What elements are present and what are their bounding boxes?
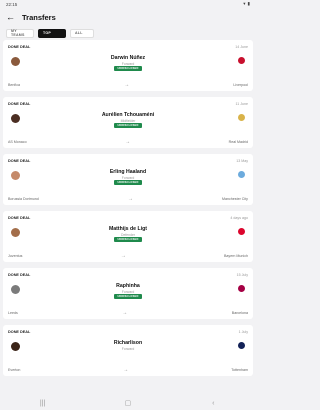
from-club: Everton (8, 368, 21, 372)
filter-my-teams[interactable]: MY TEAMS (6, 28, 34, 38)
to-club-logo-icon (238, 285, 245, 292)
player-name: Richarlison (113, 340, 143, 346)
status-time: 22:15 (6, 1, 18, 7)
player-name: Aurélien Tchouaméni (101, 112, 155, 118)
to-club: Liverpool (233, 83, 248, 87)
player-name: Darwin Núñez (110, 55, 146, 61)
deal-date: 1 July (238, 329, 248, 334)
page-title: Transfers (22, 12, 56, 22)
fee-badge: UNDISCLOSED (114, 180, 142, 185)
transfer-arrow-icon: → (122, 310, 128, 316)
transfer-card[interactable]: DONE DEAL 14 June Darwin Núñez Forward U… (3, 40, 253, 91)
from-club: Leeds (8, 311, 18, 315)
fee-badge: UNDISCLOSED (114, 237, 142, 242)
wifi-icon: ▾ (243, 1, 246, 6)
fee-badge: UNDISCLOSED (114, 66, 142, 71)
app-bar: ← Transfers (0, 8, 256, 26)
from-club: Juventus (8, 254, 23, 258)
transfer-arrow-icon: → (123, 367, 129, 373)
player-name: Erling Haaland (109, 169, 147, 175)
filter-top[interactable]: TOP (38, 28, 66, 38)
recent-apps-icon[interactable]: ||| (33, 400, 53, 407)
home-icon[interactable]: ▢ (118, 399, 138, 407)
system-nav-bar: ||| ▢ ‹ (0, 396, 256, 410)
player-position: Forward (121, 175, 135, 180)
to-club-logo-icon (238, 114, 245, 121)
player-position: Forward (121, 289, 135, 294)
deal-date: 14 June (235, 44, 248, 49)
to-club-logo-icon (238, 228, 245, 235)
status-bar: 22:15 ▾ ▮ (0, 0, 256, 8)
to-club: Manchester City (222, 197, 248, 201)
player-name: Raphinha (116, 283, 140, 289)
deal-date: 15 July (236, 272, 248, 277)
transfer-card[interactable]: DONE DEAL 15 July Raphinha Forward UNDIS… (3, 268, 253, 319)
from-club: AS Monaco (8, 140, 27, 144)
to-club: Real Madrid (228, 140, 248, 144)
deal-date: 13 May (236, 158, 248, 163)
transfer-list: DONE DEAL 14 June Darwin Núñez Forward U… (0, 40, 256, 376)
transfer-card[interactable]: DONE DEAL 4 days ago Matthijs de Ligt De… (3, 211, 253, 262)
deal-status: DONE DEAL (8, 329, 31, 334)
to-club: Bayern Munich (224, 254, 248, 258)
filter-chips: MY TEAMS TOP ALL (0, 26, 256, 40)
fee-badge: UNDISCLOSED (114, 123, 142, 128)
transfer-arrow-icon: → (127, 196, 133, 202)
to-club-logo-icon (238, 342, 245, 349)
player-position: Defender (121, 232, 135, 237)
to-club: Barcelona (231, 311, 248, 315)
filter-all[interactable]: ALL (70, 28, 94, 38)
back-arrow-icon[interactable]: ← (6, 12, 22, 22)
to-club: Tottenham (231, 368, 248, 372)
fee-badge: UNDISCLOSED (114, 294, 142, 299)
from-club: Benfica (8, 83, 20, 87)
player-name: Matthijs de Ligt (108, 226, 148, 232)
transfer-arrow-icon: → (125, 139, 131, 145)
to-club-logo-icon (238, 57, 245, 64)
deal-status: DONE DEAL (8, 101, 31, 106)
transfer-card[interactable]: DONE DEAL 13 May Erling Haaland Forward … (3, 154, 253, 205)
deal-status: DONE DEAL (8, 44, 31, 49)
to-club-logo-icon (238, 171, 245, 178)
player-position: Forward (121, 61, 135, 66)
deal-date: 4 days ago (230, 215, 248, 220)
nav-back-icon[interactable]: ‹ (203, 400, 223, 407)
player-position: Forward (121, 346, 135, 351)
status-icons: ▾ ▮ (243, 1, 250, 7)
battery-icon: ▮ (247, 1, 250, 6)
deal-date: 11 June (235, 101, 248, 106)
player-position: Midfielder (120, 118, 136, 123)
transfer-arrow-icon: → (120, 253, 126, 259)
deal-status: DONE DEAL (8, 158, 31, 163)
transfer-card[interactable]: DONE DEAL 1 July Richarlison Forward Eve… (3, 325, 253, 376)
deal-status: DONE DEAL (8, 272, 31, 277)
from-club: Borussia Dortmund (8, 197, 39, 201)
deal-status: DONE DEAL (8, 215, 31, 220)
transfer-card[interactable]: DONE DEAL 11 June Aurélien Tchouaméni Mi… (3, 97, 253, 148)
transfer-arrow-icon: → (124, 82, 130, 88)
